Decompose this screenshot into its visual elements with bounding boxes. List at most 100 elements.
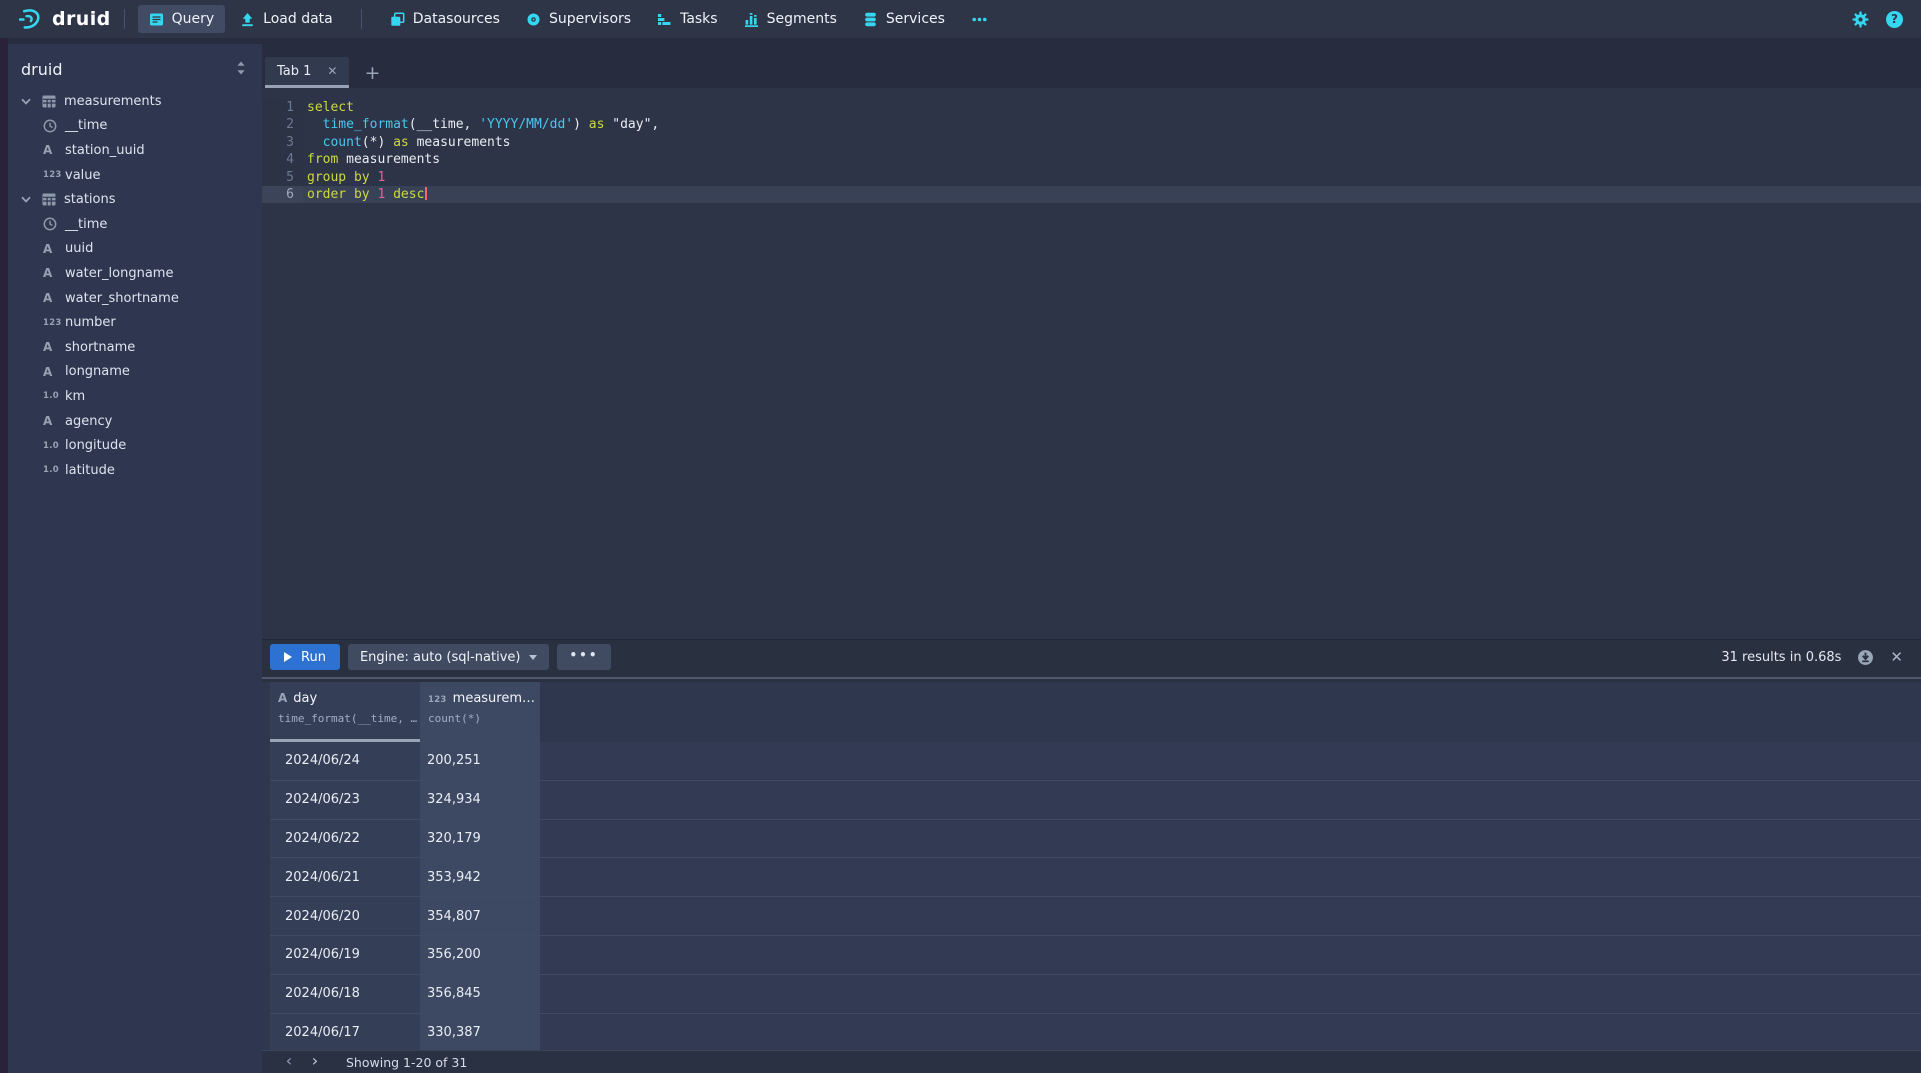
tasks-icon	[657, 12, 672, 27]
tree-column-station_uuid[interactable]: Astation_uuid	[8, 138, 262, 163]
tree-column-km[interactable]: 1.0km	[8, 384, 262, 409]
string-type-icon: A	[43, 340, 65, 354]
tab-add-icon[interactable]: +	[364, 64, 380, 83]
nav-item-label: Datasources	[413, 11, 500, 27]
float-type-icon: 1.0	[43, 441, 65, 451]
cell-day[interactable]: 2024/06/18	[270, 975, 420, 1013]
cell-measurements[interactable]: 356,200	[420, 936, 540, 974]
nav-item-query[interactable]: Query	[138, 5, 226, 33]
table-icon	[42, 95, 64, 108]
help-icon[interactable]: ?	[1886, 11, 1903, 28]
tree-column-number[interactable]: 123number	[8, 310, 262, 335]
druid-logo-icon	[16, 6, 43, 33]
line-number: 6	[262, 186, 303, 203]
cell-measurements[interactable]: 353,942	[420, 858, 540, 896]
table-row: 2024/06/21353,942	[270, 858, 1921, 897]
tree-column-__time[interactable]: __time	[8, 212, 262, 237]
cell-measurements[interactable]: 324,934	[420, 781, 540, 819]
column-label: measurem…	[453, 691, 535, 706]
cell-measurements[interactable]: 330,387	[420, 1014, 540, 1050]
table-icon	[42, 193, 64, 206]
supervisors-icon	[526, 12, 541, 27]
column-name: water_longname	[65, 266, 173, 281]
close-results-icon[interactable]: ✕	[1890, 648, 1903, 666]
download-icon[interactable]	[1857, 649, 1874, 666]
query-more-button[interactable]: •••	[557, 644, 610, 670]
tree-table-stations[interactable]: stations	[8, 187, 262, 212]
cell-day[interactable]: 2024/06/24	[270, 742, 420, 780]
code-line-4: 4from measurements	[262, 151, 1921, 168]
float-type-icon: 1.0	[43, 391, 65, 401]
nav-item-label: Services	[886, 11, 945, 27]
sql-editor[interactable]: 1select2 time_format(__time, 'YYYY/MM/dd…	[262, 88, 1921, 640]
table-row: 2024/06/20354,807	[270, 897, 1921, 936]
tree-column-water_longname[interactable]: Awater_longname	[8, 261, 262, 286]
column-name: latitude	[65, 463, 115, 478]
column-label: day	[293, 691, 317, 706]
cell-measurements[interactable]: 200,251	[420, 742, 540, 780]
tree-column-__time[interactable]: __time	[8, 114, 262, 139]
column-name: water_shortname	[65, 291, 179, 306]
string-type-icon: A	[43, 414, 65, 428]
druid-logo[interactable]: druid	[0, 6, 111, 33]
nav-item-supervisors[interactable]: Supervisors	[515, 5, 642, 33]
cell-measurements[interactable]: 354,807	[420, 897, 540, 935]
cell-day[interactable]: 2024/06/19	[270, 936, 420, 974]
pane-splitter[interactable]	[262, 674, 1921, 682]
pagination-label: Showing 1-20 of 31	[346, 1055, 467, 1070]
next-page-button[interactable]: ›	[302, 1053, 328, 1071]
tree-column-water_shortname[interactable]: Awater_shortname	[8, 286, 262, 311]
tree-column-longname[interactable]: Alongname	[8, 360, 262, 385]
string-type-icon: A	[43, 365, 65, 379]
more-icon	[971, 12, 988, 27]
run-button[interactable]: Run	[270, 644, 340, 670]
nav-item-load-data[interactable]: Load data	[229, 5, 344, 33]
tree-column-value[interactable]: 123value	[8, 163, 262, 188]
table-row: 2024/06/18356,845	[270, 975, 1921, 1014]
line-number: 2	[262, 116, 303, 133]
nav-item-segments[interactable]: Segments	[733, 5, 848, 33]
nav-item-more[interactable]	[960, 5, 999, 33]
tree-column-shortname[interactable]: Ashortname	[8, 335, 262, 360]
schema-selector[interactable]: druid	[8, 44, 262, 89]
cell-day[interactable]: 2024/06/22	[270, 820, 420, 858]
nav-item-tasks[interactable]: Tasks	[646, 5, 729, 33]
prev-page-button[interactable]: ‹	[276, 1053, 302, 1071]
schema-title: druid	[21, 60, 62, 79]
cell-measurements[interactable]: 320,179	[420, 820, 540, 858]
tab-close-icon[interactable]: ✕	[327, 64, 337, 78]
cell-day[interactable]: 2024/06/23	[270, 781, 420, 819]
column-name: longitude	[65, 438, 126, 453]
tree-column-longitude[interactable]: 1.0longitude	[8, 433, 262, 458]
cell-day[interactable]: 2024/06/17	[270, 1014, 420, 1050]
table-row: 2024/06/23324,934	[270, 781, 1921, 820]
table-name: measurements	[64, 94, 161, 109]
top-nav: druid QueryLoad data Datasources Superviso…	[0, 0, 1921, 38]
chevron-down-icon[interactable]	[21, 98, 42, 105]
column-header-1[interactable]: Adaytime_format(__time, …	[270, 682, 420, 742]
engine-select[interactable]: Engine: auto (sql-native)	[348, 644, 550, 670]
column-name: __time	[65, 217, 107, 232]
tree-column-agency[interactable]: Aagency	[8, 409, 262, 434]
cell-measurements[interactable]: 356,845	[420, 975, 540, 1013]
cell-day[interactable]: 2024/06/21	[270, 858, 420, 896]
clock-icon	[43, 217, 65, 231]
nav-item-datasources[interactable]: Datasources	[379, 5, 511, 33]
tree-table-measurements[interactable]: measurements	[8, 89, 262, 114]
tab-1[interactable]: Tab 1 ✕	[265, 57, 349, 88]
cell-day[interactable]: 2024/06/20	[270, 897, 420, 935]
tree-column-uuid[interactable]: Auuid	[8, 237, 262, 262]
nav-item-label: Segments	[767, 11, 837, 27]
results-panel: Adaytime_format(__time, …123measurem…cou…	[262, 682, 1921, 1050]
nav-item-services[interactable]: Services	[852, 5, 956, 33]
table-row: 2024/06/24200,251	[270, 742, 1921, 781]
code-line-6: 6order by 1 desc	[262, 186, 1921, 203]
query-icon	[149, 12, 164, 27]
chevron-down-icon[interactable]	[21, 196, 42, 203]
column-header-2[interactable]: 123measurem…count(*)	[420, 682, 540, 742]
gear-icon[interactable]	[1852, 11, 1869, 28]
column-name: agency	[65, 414, 112, 429]
string-type-icon: A	[43, 143, 65, 157]
tree-column-latitude[interactable]: 1.0latitude	[8, 458, 262, 483]
column-expression: time_format(__time, …	[278, 712, 420, 725]
